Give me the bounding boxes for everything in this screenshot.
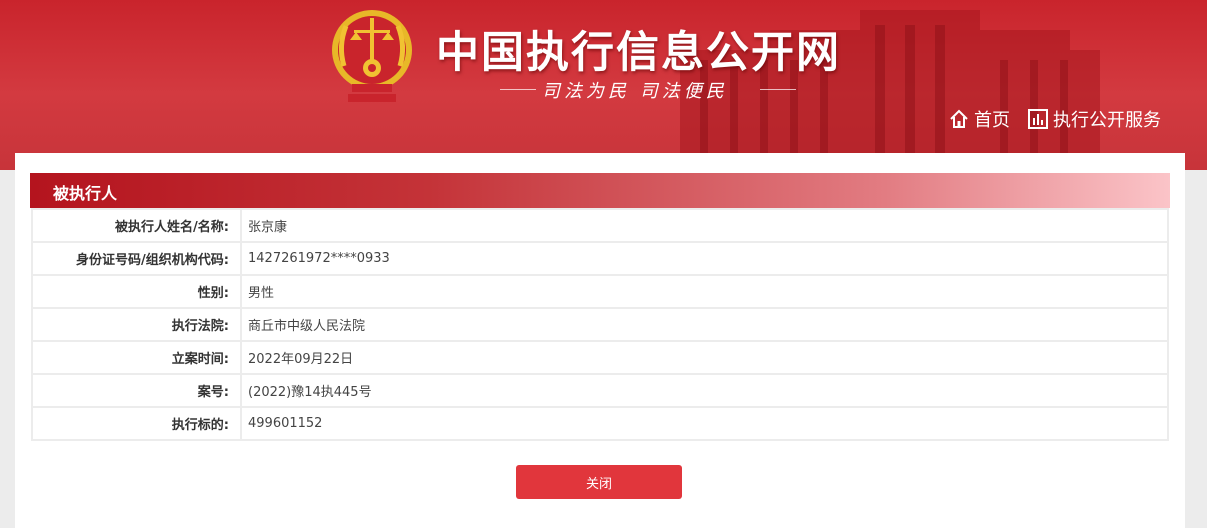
table-row: 被执行人姓名/名称: 张京康 (31, 208, 1169, 243)
nav-home-link[interactable]: 首页 (948, 106, 1010, 132)
site-slogan: 司法为民 司法便民 (542, 81, 728, 102)
nav-home-label: 首页 (974, 110, 1010, 131)
slogan-divider-left (500, 89, 536, 90)
row-value: (2022)豫14执445号 (240, 373, 1169, 408)
row-label: 案号: (31, 373, 242, 408)
site-header: 中国执行信息公开网 司法为民 司法便民 首页 执行公开服务 (0, 0, 1207, 170)
table-row: 立案时间: 2022年09月22日 (31, 340, 1169, 375)
table-row: 执行标的: 499601152 (31, 406, 1169, 441)
row-label: 被执行人姓名/名称: (31, 208, 242, 243)
row-label: 身份证号码/组织机构代码: (31, 241, 242, 276)
row-value: 499601152 (240, 406, 1169, 441)
row-value: 2022年09月22日 (240, 340, 1169, 375)
table-row: 身份证号码/组织机构代码: 1427261972****0933 (31, 241, 1169, 276)
row-label: 执行标的: (31, 406, 242, 441)
row-value: 男性 (240, 274, 1169, 309)
row-label: 性别: (31, 274, 242, 309)
nav-service-label: 执行公开服务 (1053, 110, 1161, 131)
result-panel: 被执行人 被执行人姓名/名称: 张京康 身份证号码/组织机构代码: 142726… (15, 153, 1185, 528)
table-row: 性别: 男性 (31, 274, 1169, 309)
court-emblem-logo (332, 10, 412, 102)
row-value: 张京康 (240, 208, 1169, 243)
site-title: 中国执行信息公开网 (436, 28, 841, 78)
slogan-divider-right (760, 89, 796, 90)
bar-chart-icon (1028, 109, 1048, 129)
person-info-table: 被执行人姓名/名称: 张京康 身份证号码/组织机构代码: 1427261972*… (31, 208, 1169, 441)
table-row: 执行法院: 商丘市中级人民法院 (31, 307, 1169, 342)
home-icon (950, 109, 968, 128)
row-label: 立案时间: (31, 340, 242, 375)
nav-execution-service-link[interactable]: 执行公开服务 (1027, 106, 1161, 132)
row-value: 商丘市中级人民法院 (240, 307, 1169, 342)
section-header: 被执行人 (30, 173, 1170, 208)
close-button[interactable]: 关闭 (516, 465, 682, 499)
row-value: 1427261972****0933 (240, 241, 1169, 276)
section-title: 被执行人 (53, 184, 118, 203)
row-label: 执行法院: (31, 307, 242, 342)
table-row: 案号: (2022)豫14执445号 (31, 373, 1169, 408)
